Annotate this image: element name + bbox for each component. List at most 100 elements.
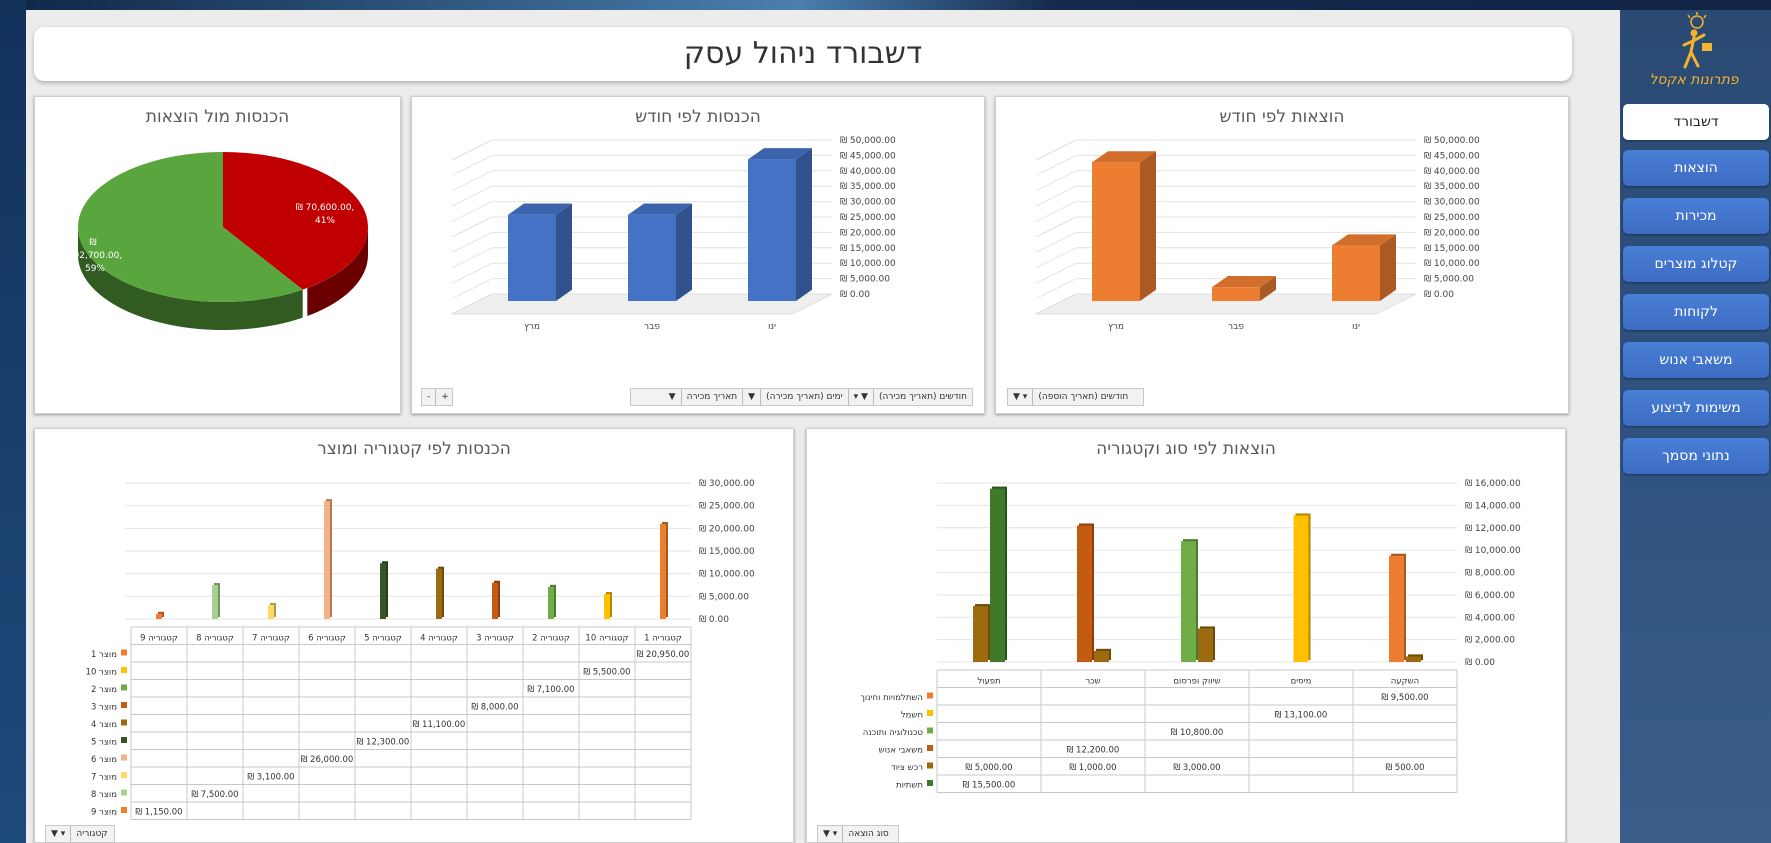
legend-key (121, 684, 127, 691)
expenses-by-type-card: הוצאות לפי סוג וקטגוריה ₪ 16,000.00 ₪ 14,… (806, 428, 1566, 843)
category-label: מיסים (1291, 677, 1312, 687)
data-label: ₪ 1,150.00 (135, 808, 182, 818)
y-tick-label: ₪ 0.00 (1465, 658, 1495, 668)
pie-label: 59% (85, 264, 105, 274)
nav-button-8[interactable]: נתוני מסמך (1623, 438, 1769, 474)
data-label: ₪ 7,500.00 (191, 790, 238, 800)
zoom-controls: - + (421, 388, 453, 406)
pie-label: ₪ (89, 238, 96, 248)
category-label: תפעול (977, 677, 1000, 687)
y-tick-label: ₪ 5,000.00 (1424, 275, 1474, 285)
data-label: ₪ 7,100.00 (527, 685, 574, 695)
nav-button-2[interactable]: הוצאות (1623, 150, 1769, 186)
filter-field-expense-type[interactable]: סוג הוצאה (842, 826, 893, 842)
expenses-by-month-card: הוצאות לפי חודש ₪ 50,000.00 ₪ 45,000.00 ₪ … (995, 96, 1569, 414)
series-label: השתלמויות וחינוך (860, 693, 923, 703)
series-label: מוצר 4 (91, 720, 117, 730)
filter-field-sale-date[interactable]: תאריך מכירה (680, 389, 743, 405)
gridline (451, 247, 493, 269)
bar (748, 159, 796, 301)
bar (1094, 650, 1109, 662)
y-tick-label: ₪ 35,000.00 (1424, 182, 1480, 192)
y-tick-label: ₪ 25,000.00 (840, 213, 896, 223)
data-label: ₪ 15,500.00 (963, 781, 1016, 791)
bar (973, 606, 988, 662)
series-label: מוצר 5 (91, 738, 117, 748)
filter-button[interactable]: ▼ ▾ (46, 826, 70, 842)
category-label: קטגוריה 9 (140, 634, 178, 644)
dropdown-arrow-icon[interactable]: ▼ (664, 389, 681, 405)
zoom-in-button[interactable]: + (435, 389, 454, 405)
category-label: קטגוריה 2 (532, 634, 570, 644)
y-tick-label: ₪ 16,000.00 (1465, 479, 1521, 489)
category-label: קטגוריה 3 (476, 634, 514, 644)
series-label: מוצר 3 (91, 703, 117, 713)
zoom-out-button[interactable]: - (422, 389, 435, 405)
bar (1092, 162, 1140, 301)
data-label: ₪ 12,200.00 (1067, 746, 1120, 756)
income-vs-expenses-chart: ₪ 70,600.00, 41% ₪ 102,700.00, 59% (68, 152, 368, 330)
filter-button[interactable]: ▼ ▾ (1008, 389, 1032, 405)
filter-field-days-sale[interactable]: ימים (תאריך מכירה) (760, 389, 848, 405)
filter-button[interactable]: ▼ ▾ (818, 826, 842, 842)
bar (492, 582, 498, 619)
data-label: ₪ 12,300.00 (357, 738, 410, 748)
gridline (451, 170, 493, 192)
y-tick-label: ₪ 15,000.00 (1424, 244, 1480, 254)
x-tick-label: פבר (1228, 322, 1244, 332)
window-left-band (0, 0, 26, 843)
y-tick-label: ₪ 45,000.00 (1424, 151, 1480, 161)
pie-label: 41% (315, 216, 335, 226)
y-tick-label: ₪ 40,000.00 (840, 167, 896, 177)
nav-button-3[interactable]: מכירות (1623, 198, 1769, 234)
income-by-category-chart: ₪ 30,000.00 ₪ 25,000.00 ₪ 20,000.00 ₪ 15,00… (86, 479, 755, 820)
legend-key (927, 710, 933, 716)
bar (212, 585, 218, 619)
bar-side (1380, 234, 1396, 301)
nav-button-6[interactable]: משאבי אנוש (1623, 342, 1769, 378)
nav-button-1[interactable]: דשבורד (1623, 104, 1769, 140)
filter-field-months-sale[interactable]: חודשים (תאריך מכירה) (872, 389, 972, 405)
gridline (451, 231, 493, 253)
nav-button-5[interactable]: לקוחות (1623, 294, 1769, 330)
y-tick-label: ₪ 14,000.00 (1465, 501, 1521, 511)
filter-button[interactable]: ▼ ▾ (847, 389, 873, 405)
y-tick-label: ₪ 2,000.00 (1465, 636, 1515, 646)
gridline (1035, 278, 1077, 300)
nav-button-7[interactable]: משימות לביצוע (1623, 390, 1769, 426)
dropdown-arrow-icon[interactable]: ▼ (742, 389, 760, 405)
y-tick-label: ₪ 6,000.00 (1465, 591, 1515, 601)
gridline (451, 216, 493, 238)
gridline (451, 278, 493, 300)
bar (508, 214, 556, 301)
nav-button-4[interactable]: קטלוג מוצרים (1623, 246, 1769, 282)
bar (660, 524, 666, 619)
x-tick-label: מרץ (1108, 322, 1124, 332)
legend-key (121, 789, 127, 796)
y-tick-label: ₪ 35,000.00 (840, 182, 896, 192)
gridline (1035, 154, 1077, 176)
bar (436, 568, 442, 619)
x-tick-label: ינו (768, 322, 776, 332)
bar-side (676, 203, 692, 301)
bar (1293, 515, 1309, 662)
series-label: טכנולוגיה ותוכנה (863, 728, 924, 738)
category-label: קטגוריה 6 (308, 634, 346, 644)
data-label: ₪ 5,000.00 (965, 763, 1012, 773)
series-label: מוצר 9 (91, 808, 117, 818)
data-label: ₪ 9,500.00 (1381, 693, 1428, 703)
y-tick-label: ₪ 50,000.00 (840, 136, 896, 146)
bar (990, 488, 1005, 662)
expenses-by-type-chart: ₪ 16,000.00 ₪ 14,000.00 ₪ 12,000.00 ₪ 10,00… (860, 479, 1521, 793)
y-tick-label: ₪ 0.00 (699, 615, 729, 625)
bar (1389, 555, 1404, 662)
gridline (1035, 185, 1077, 207)
gridline (1035, 170, 1077, 192)
filter-field-months-added[interactable]: חודשים (תאריך הוספה) (1032, 389, 1133, 405)
data-label: ₪ 3,100.00 (247, 773, 294, 783)
data-label: ₪ 10,800.00 (1171, 728, 1224, 738)
category-label: קטגוריה 1 (644, 634, 682, 644)
legend-key (121, 737, 127, 743)
pie-label: 102,700.00, (68, 251, 122, 261)
filter-field-category[interactable]: קטגוריה (70, 826, 112, 842)
